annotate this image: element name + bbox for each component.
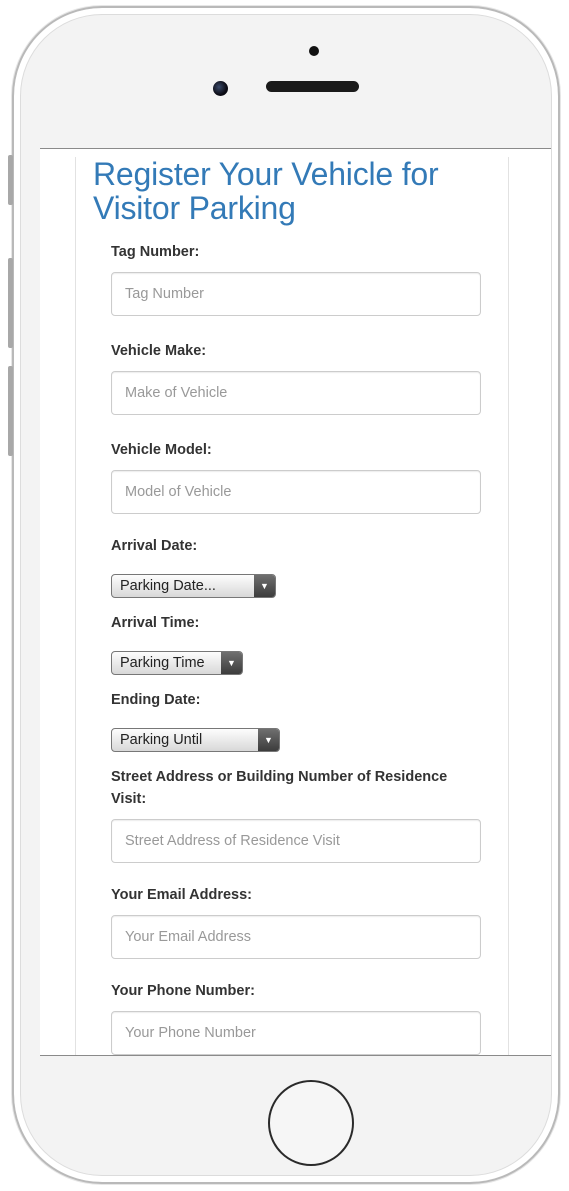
phone-input[interactable]: [111, 1011, 481, 1055]
phone-label: Your Phone Number:: [111, 983, 255, 999]
triangle-down-icon: ▼: [221, 652, 242, 674]
proximity-sensor: [309, 46, 319, 56]
mute-switch: [8, 155, 13, 205]
vehicle-model-input[interactable]: [111, 470, 481, 514]
vehicle-make-input[interactable]: [111, 371, 481, 415]
ending-date-select[interactable]: Parking Until ▼: [111, 728, 280, 752]
main-content: Register Your Vehicle for Visitor Parkin…: [93, 157, 483, 1055]
camera-icon: [213, 81, 228, 96]
vehicle-make-label: Vehicle Make:: [111, 343, 207, 359]
arrival-date-label: Arrival Date:: [111, 538, 198, 554]
ending-date-label: Ending Date:: [111, 692, 201, 708]
triangle-down-icon: ▼: [254, 575, 275, 597]
street-address-label: Street Address or Building Number of Res…: [111, 769, 448, 807]
arrival-time-select[interactable]: Parking Time ▼: [111, 651, 243, 675]
triangle-down-icon: ▼: [258, 729, 279, 751]
screen: Register Your Vehicle for Visitor Parkin…: [40, 148, 551, 1056]
tag-number-label: Tag Number:: [111, 244, 200, 260]
tag-number-input[interactable]: [111, 272, 481, 316]
arrival-time-selected: Parking Time: [120, 655, 205, 671]
street-address-input[interactable]: [111, 819, 481, 863]
email-input[interactable]: [111, 915, 481, 959]
arrival-date-selected: Parking Date...: [120, 578, 216, 594]
arrival-time-label: Arrival Time:: [111, 615, 200, 631]
page-title: Register Your Vehicle for Visitor Parkin…: [93, 156, 439, 226]
vehicle-registration-form: Tag Number: Vehicle Make: Vehicle Model:…: [111, 241, 481, 1055]
arrival-date-select[interactable]: Parking Date... ▼: [111, 574, 276, 598]
home-button[interactable]: [268, 1080, 354, 1166]
speaker-icon: [266, 81, 359, 92]
vehicle-model-label: Vehicle Model:: [111, 442, 212, 458]
email-label: Your Email Address:: [111, 887, 253, 903]
ending-date-selected: Parking Until: [120, 732, 203, 748]
volume-down-button: [8, 366, 13, 456]
volume-up-button: [8, 258, 13, 348]
